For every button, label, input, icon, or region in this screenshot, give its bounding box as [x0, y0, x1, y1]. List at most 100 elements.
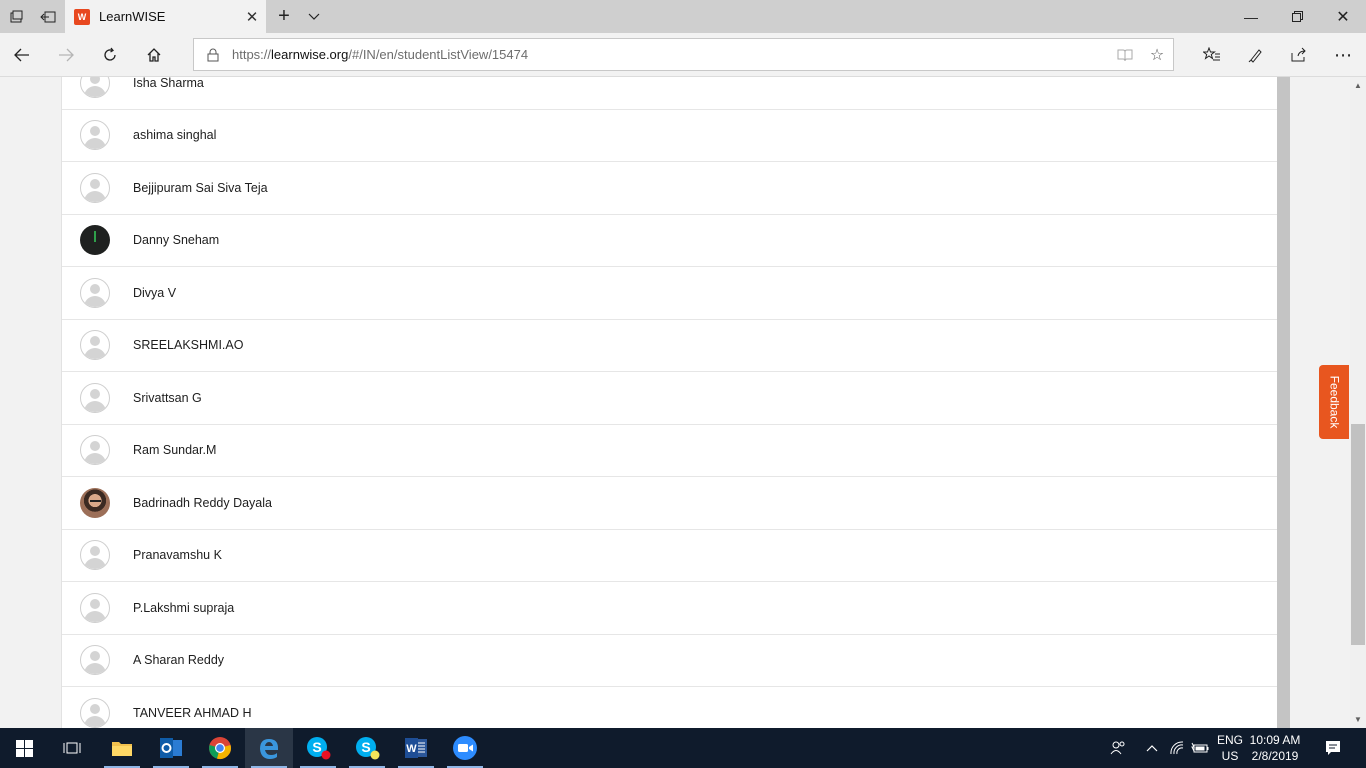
student-name[interactable]: Badrinadh Reddy Dayala: [133, 496, 272, 510]
default-avatar-icon: [80, 330, 110, 361]
forward-button[interactable]: [44, 33, 88, 77]
url-path: /#/IN/en/studentListView/15474: [348, 47, 529, 62]
skype-icon[interactable]: S: [343, 728, 391, 768]
url-prefix: https://: [232, 47, 272, 62]
default-avatar-icon: [80, 277, 110, 308]
student-row[interactable]: Bejjipuram Sai Siva Teja: [62, 162, 1277, 215]
share-icon[interactable]: [1277, 33, 1321, 77]
student-name[interactable]: Srivattsan G: [133, 391, 202, 405]
refresh-button[interactable]: [88, 33, 132, 77]
taskbar: S S W ENG US 10:09 AM 2/8/2019: [0, 728, 1366, 768]
minimize-icon[interactable]: —: [1228, 0, 1274, 33]
student-row[interactable]: SREELAKSHMI.AO: [62, 320, 1277, 372]
student-row[interactable]: Isha Sharma: [62, 77, 1277, 110]
student-row[interactable]: Ram Sundar.M: [62, 425, 1277, 477]
scrollbar[interactable]: ▲ ▼: [1350, 77, 1366, 728]
learnwise-favicon-icon: W: [74, 8, 90, 25]
clock-time: 10:09 AM: [1249, 733, 1301, 747]
feedback-label: Feedback: [1327, 375, 1342, 429]
default-avatar-icon: [80, 77, 110, 98]
chrome-icon[interactable]: [196, 728, 244, 768]
svg-text:W: W: [406, 743, 417, 755]
default-avatar-icon: [80, 697, 110, 728]
skype-business-icon[interactable]: S: [294, 728, 342, 768]
student-name[interactable]: A Sharan Reddy: [133, 653, 224, 667]
tab-close-icon[interactable]: ✕: [238, 0, 266, 33]
language-indicator[interactable]: ENG US: [1212, 732, 1248, 764]
student-name[interactable]: ashima singhal: [133, 128, 216, 142]
student-name[interactable]: Isha Sharma: [133, 77, 204, 90]
feedback-button[interactable]: Feedback: [1319, 365, 1349, 439]
home-button[interactable]: [132, 33, 176, 77]
student-name[interactable]: Divya V: [133, 286, 176, 300]
zoom-icon[interactable]: [441, 728, 489, 768]
favorite-star-icon[interactable]: ☆: [1141, 45, 1173, 65]
clock[interactable]: 10:09 AM 2/8/2019: [1244, 732, 1306, 764]
student-name[interactable]: P.Lakshmi supraja: [133, 601, 234, 615]
network-icon[interactable]: [1166, 728, 1188, 768]
page-viewport: Isha Sharma ashima singhal Bejjipuram Sai …: [0, 77, 1350, 728]
tab-learnwise[interactable]: W LearnWISE ✕: [65, 0, 266, 33]
student-row[interactable]: TANVEER AHMAD H: [62, 687, 1277, 728]
show-hidden-icons-icon[interactable]: [1140, 728, 1164, 768]
student-name[interactable]: Ram Sundar.M: [133, 443, 216, 457]
set-tabs-aside-icon[interactable]: [32, 0, 64, 33]
default-avatar-icon: [80, 120, 110, 151]
default-avatar-icon: [80, 172, 110, 203]
start-icon[interactable]: [0, 728, 48, 768]
student-row[interactable]: Badrinadh Reddy Dayala: [62, 477, 1277, 530]
student-row[interactable]: Divya V: [62, 267, 1277, 320]
restore-icon[interactable]: [1274, 0, 1320, 33]
favorites-icon[interactable]: [1190, 33, 1234, 77]
student-list: Isha Sharma ashima singhal Bejjipuram Sai …: [61, 77, 1277, 728]
outlook-icon[interactable]: [147, 728, 195, 768]
title-bar: W LearnWISE ✕ + — ✕: [0, 0, 1366, 33]
default-avatar-icon: [80, 592, 110, 623]
student-row[interactable]: Pranavamshu K: [62, 530, 1277, 582]
student-name[interactable]: Bejjipuram Sai Siva Teja: [133, 181, 268, 195]
reading-view-icon[interactable]: [1109, 48, 1141, 62]
avatar: [80, 225, 110, 256]
student-name[interactable]: Pranavamshu K: [133, 548, 222, 562]
navigation-bar: https://learnwise.org/#/IN/en/studentLis…: [0, 33, 1366, 77]
student-name[interactable]: TANVEER AHMAD H: [133, 706, 252, 720]
task-view-icon[interactable]: [48, 728, 96, 768]
default-avatar-icon: [80, 435, 110, 466]
url-domain: learnwise.org: [271, 47, 349, 62]
tab-title: LearnWISE: [99, 9, 166, 24]
url-text[interactable]: https://learnwise.org/#/IN/en/studentLis…: [232, 47, 1109, 62]
svg-text:S: S: [312, 739, 321, 755]
address-bar[interactable]: https://learnwise.org/#/IN/en/studentLis…: [193, 38, 1174, 71]
lock-icon[interactable]: [194, 48, 232, 62]
student-row[interactable]: Srivattsan G: [62, 372, 1277, 425]
student-row[interactable]: A Sharan Reddy: [62, 635, 1277, 687]
language-code: ENG: [1216, 733, 1243, 747]
people-icon[interactable]: [1104, 728, 1132, 768]
edge-icon[interactable]: [245, 728, 293, 768]
word-icon[interactable]: W: [392, 728, 440, 768]
close-window-icon[interactable]: ✕: [1320, 0, 1366, 33]
tab-actions-icon[interactable]: [0, 0, 32, 33]
student-row[interactable]: ashima singhal: [62, 110, 1277, 162]
default-avatar-icon: [80, 540, 110, 571]
student-name[interactable]: SREELAKSHMI.AO: [133, 338, 243, 352]
svg-text:S: S: [361, 739, 370, 755]
tab-preview-chevron-icon[interactable]: [298, 0, 330, 33]
student-row[interactable]: Danny Sneham: [62, 215, 1277, 267]
default-avatar-icon: [80, 645, 110, 676]
notes-pen-icon[interactable]: [1234, 33, 1278, 77]
file-explorer-icon[interactable]: [98, 728, 146, 768]
more-icon[interactable]: ⋯: [1321, 33, 1365, 77]
action-center-icon[interactable]: [1318, 728, 1348, 768]
new-tab-icon[interactable]: +: [268, 0, 300, 33]
keyboard-region: US: [1221, 749, 1239, 763]
student-row[interactable]: P.Lakshmi supraja: [62, 582, 1277, 635]
scroll-down-icon[interactable]: ▼: [1350, 711, 1366, 728]
battery-icon[interactable]: [1188, 728, 1212, 768]
avatar: [80, 487, 110, 518]
scrollbar-thumb[interactable]: [1351, 424, 1365, 645]
student-name[interactable]: Danny Sneham: [133, 233, 219, 247]
clock-date: 2/8/2019: [1251, 749, 1299, 763]
back-button[interactable]: [0, 33, 44, 77]
scroll-up-icon[interactable]: ▲: [1350, 77, 1366, 94]
